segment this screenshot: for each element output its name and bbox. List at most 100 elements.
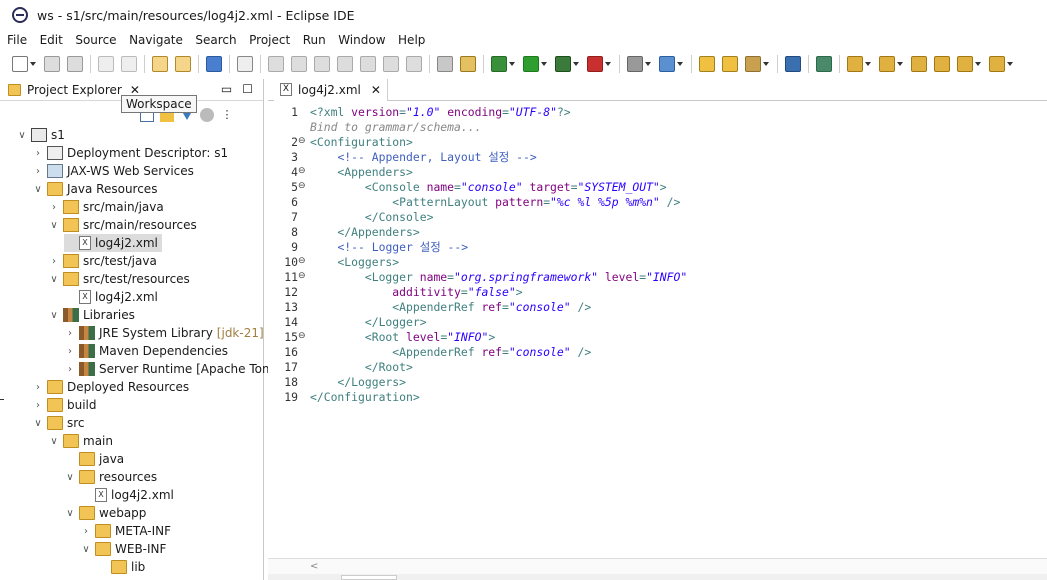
menu-navigate[interactable]: Navigate — [129, 33, 183, 47]
code-line[interactable]: <Appenders> — [310, 165, 412, 180]
code-line[interactable]: </Root> — [310, 360, 413, 375]
expand-toggle-icon[interactable]: ∨ — [48, 274, 60, 285]
fold-toggle-icon[interactable]: ⊖ — [298, 181, 306, 191]
open-resource-icon[interactable] — [175, 56, 191, 72]
forward-icon[interactable] — [989, 56, 1005, 72]
code-line[interactable]: </Loggers> — [310, 375, 406, 390]
code-line[interactable]: <Configuration> — [310, 135, 413, 150]
debug-icon[interactable] — [491, 56, 507, 72]
tree-item[interactable]: ∨ WEB-INF — [80, 540, 166, 558]
dropdown-arrow-icon[interactable] — [541, 62, 547, 66]
code-line[interactable]: </Console> — [310, 210, 434, 225]
tree-item[interactable]: › JAX-WS Web Services — [32, 162, 194, 180]
tree-item[interactable]: › JRE System Library [jdk-21] — [64, 324, 264, 342]
step-into-icon[interactable] — [360, 56, 376, 72]
menu-window[interactable]: Window — [338, 33, 385, 47]
expand-toggle-icon[interactable]: › — [64, 346, 76, 357]
servers-icon[interactable] — [437, 56, 453, 72]
tree-item[interactable]: › src/main/java — [48, 198, 164, 216]
code-line[interactable]: <Console name="console" target="SYSTEM_O… — [310, 180, 667, 195]
scroll-left-icon[interactable]: < — [310, 561, 318, 572]
fold-toggle-icon[interactable]: ⊖ — [298, 136, 306, 146]
menu-project[interactable]: Project — [249, 33, 290, 47]
expand-toggle-icon[interactable]: › — [32, 382, 44, 393]
expand-toggle-icon[interactable]: › — [64, 328, 76, 339]
expand-toggle-icon[interactable]: ∨ — [48, 220, 60, 231]
suspend-icon[interactable] — [291, 56, 307, 72]
open-folder-icon[interactable] — [722, 56, 738, 72]
expand-toggle-icon[interactable]: › — [48, 202, 60, 213]
expand-toggle-icon[interactable]: › — [64, 364, 76, 375]
expand-toggle-icon[interactable]: › — [32, 148, 44, 159]
tree-item[interactable]: › Maven Dependencies — [64, 342, 228, 360]
code-line[interactable]: <Logger name="org.springframework" level… — [310, 270, 687, 285]
last-edit-icon[interactable] — [911, 56, 927, 72]
horizontal-scrollbar[interactable]: < — [268, 558, 1047, 574]
tree-item[interactable]: java — [64, 450, 124, 468]
code-line[interactable]: <Root level="INFO"> — [310, 330, 495, 345]
tree-item[interactable]: › build — [32, 396, 97, 414]
dropdown-arrow-icon[interactable] — [605, 62, 611, 66]
tree-item[interactable]: › src/test/java — [48, 252, 157, 270]
next-edit-icon[interactable] — [934, 56, 950, 72]
tree-item[interactable]: Xlog4j2.xml — [64, 234, 162, 252]
code-text[interactable]: <?xml version="1.0" encoding="UTF-8"?> Bi… — [308, 102, 1047, 572]
dropdown-arrow-icon[interactable] — [677, 62, 683, 66]
save-icon[interactable] — [44, 56, 60, 72]
code-line[interactable]: <!-- Logger 설정 --> — [310, 240, 468, 255]
step-over-icon[interactable] — [383, 56, 399, 72]
dropdown-arrow-icon[interactable] — [645, 62, 651, 66]
tree-item[interactable]: ∨ src — [32, 414, 85, 432]
expand-toggle-icon[interactable]: ∨ — [32, 418, 44, 429]
expand-toggle-icon[interactable]: › — [32, 400, 44, 411]
undo-icon[interactable] — [98, 56, 114, 72]
fold-toggle-icon[interactable]: ⊖ — [298, 331, 306, 341]
code-line[interactable]: additivity="false"> — [310, 285, 522, 300]
new-server-icon[interactable] — [627, 56, 643, 72]
expand-toggle-icon[interactable]: ∨ — [32, 184, 44, 195]
code-line[interactable]: <Loggers> — [310, 255, 399, 270]
menu-file[interactable]: File — [7, 33, 27, 47]
tree-item[interactable]: ∨ main — [48, 432, 113, 450]
menu-edit[interactable]: Edit — [40, 33, 63, 47]
tree-item[interactable]: › Server Runtime [Apache Tomc — [64, 360, 280, 378]
external-tools-icon[interactable] — [587, 56, 603, 72]
back-icon[interactable] — [957, 56, 973, 72]
save-all-icon[interactable] — [67, 56, 83, 72]
dropdown-arrow-icon[interactable] — [763, 62, 769, 66]
dropdown-arrow-icon[interactable] — [1007, 62, 1013, 66]
tree-item[interactable]: lib — [96, 558, 145, 576]
code-line[interactable]: <?xml version="1.0" encoding="UTF-8"?> — [310, 105, 571, 120]
expand-toggle-icon[interactable]: ∨ — [48, 436, 60, 447]
expand-toggle-icon[interactable]: ∨ — [64, 472, 76, 483]
tree-item[interactable]: Xlog4j2.xml — [64, 288, 158, 306]
skip-breakpoints-icon[interactable] — [237, 56, 253, 72]
globe-icon[interactable] — [785, 56, 801, 72]
tree-item[interactable]: ∨ Libraries — [48, 306, 135, 324]
editor-tab-log4j2[interactable]: X log4j2.xml ✕ — [274, 78, 388, 101]
expand-toggle-icon[interactable]: ∨ — [64, 508, 76, 519]
code-line[interactable]: </Appenders> — [310, 225, 419, 240]
open-project-icon[interactable] — [699, 56, 715, 72]
close-tab-icon[interactable]: ✕ — [371, 83, 381, 97]
dropdown-arrow-icon[interactable] — [975, 62, 981, 66]
fold-toggle-icon[interactable]: ⊖ — [298, 271, 306, 281]
menu-search[interactable]: Search — [195, 33, 236, 47]
code-line[interactable]: </Logger> — [310, 315, 427, 330]
menu-source[interactable]: Source — [75, 33, 116, 47]
code-line[interactable]: </Configuration> — [310, 390, 420, 405]
terminate-icon[interactable] — [314, 56, 330, 72]
coverage-icon[interactable] — [555, 56, 571, 72]
refresh-icon[interactable] — [816, 56, 832, 72]
code-line[interactable]: <AppenderRef ref="console" /> — [310, 345, 591, 360]
dropdown-arrow-icon[interactable] — [897, 62, 903, 66]
menu-help[interactable]: Help — [398, 33, 425, 47]
code-line[interactable]: <AppenderRef ref="console" /> — [310, 300, 591, 315]
step-return-icon[interactable] — [406, 56, 422, 72]
maximize-icon[interactable]: ☐ — [242, 82, 253, 96]
redo-icon[interactable] — [121, 56, 137, 72]
expand-toggle-icon[interactable]: › — [32, 166, 44, 177]
code-line[interactable]: Bind to grammar/schema... — [310, 120, 481, 135]
expand-toggle-icon[interactable]: ∨ — [16, 130, 28, 141]
dropdown-arrow-icon[interactable] — [573, 62, 579, 66]
